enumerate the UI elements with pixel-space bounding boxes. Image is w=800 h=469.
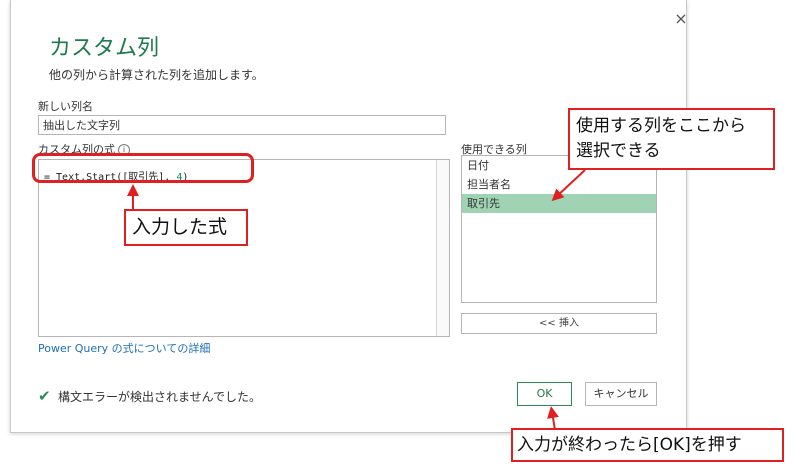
annotation-arrows (127, 169, 586, 431)
columns-arrow (551, 169, 586, 202)
ok-arrow (547, 406, 559, 431)
